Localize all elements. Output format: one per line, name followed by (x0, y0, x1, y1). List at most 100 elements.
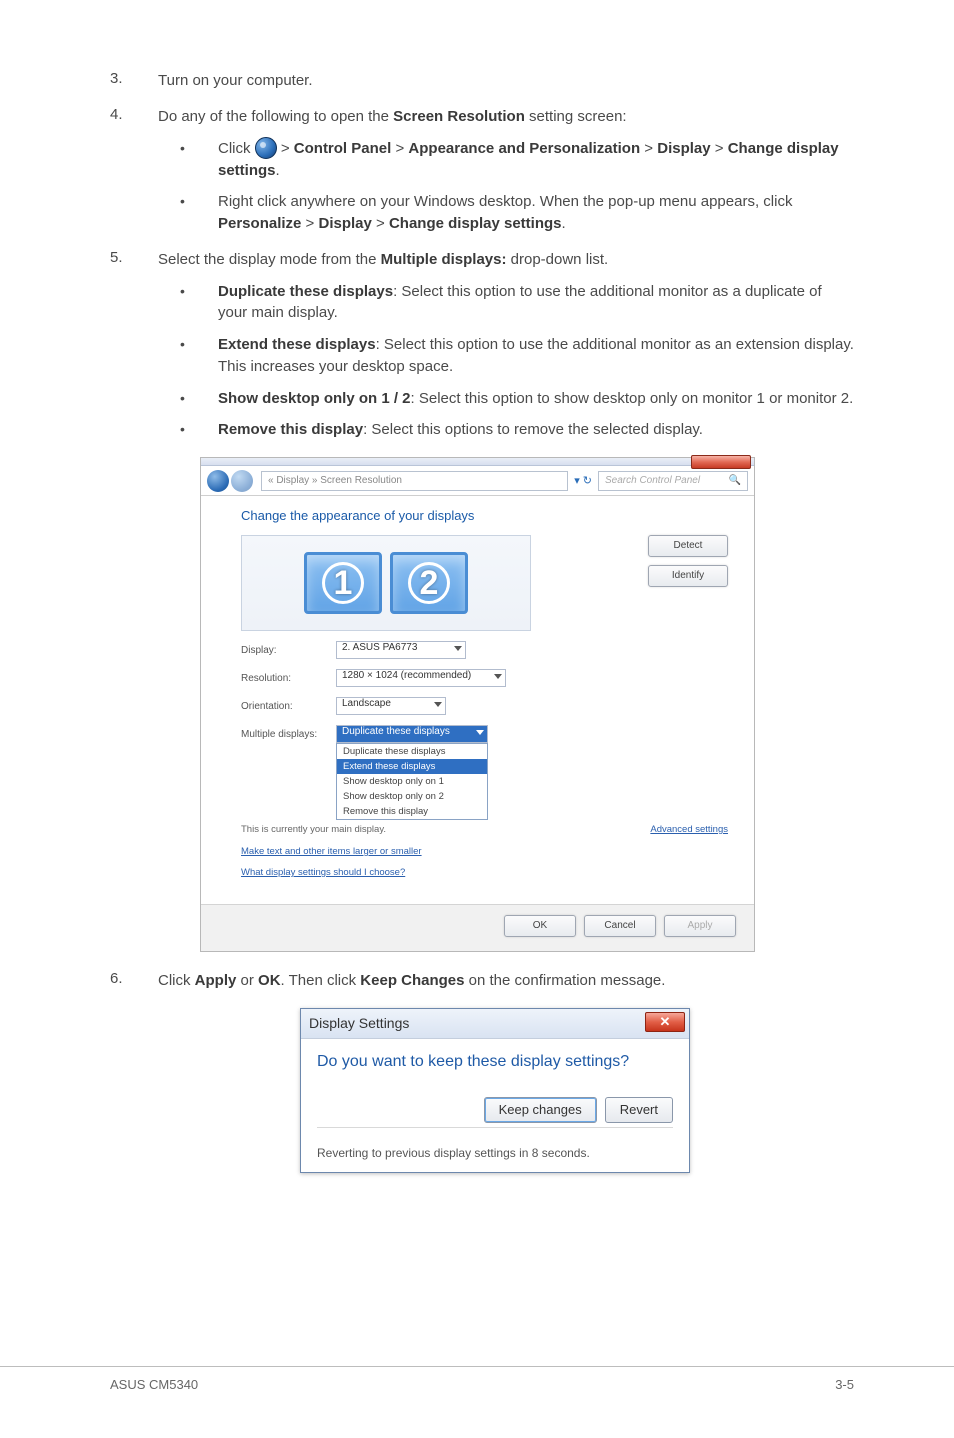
monitor-1[interactable]: 1 (304, 552, 382, 614)
dropdown-list: Duplicate these displays Extend these di… (336, 743, 488, 820)
label: Display: (241, 645, 336, 656)
bullet-body: Click > Control Panel > Appearance and P… (218, 138, 854, 182)
orientation-select[interactable]: Landscape (336, 697, 446, 715)
search-input[interactable]: Search Control Panel🔍 (598, 471, 748, 491)
refresh-icon[interactable]: ▾ ↻ (574, 474, 592, 487)
display-select[interactable]: 2. ASUS PA6773 (336, 641, 466, 659)
bullet-body: Remove this display: Select this options… (218, 419, 854, 441)
option-duplicate[interactable]: Duplicate these displays (337, 744, 487, 759)
bullet-body: Extend these displays: Select this optio… (218, 334, 854, 378)
row-multiple: Multiple displays: Duplicate these displ… (241, 725, 728, 743)
dropdown-panel: Duplicate these displays Extend these di… (336, 743, 728, 820)
chevron-down-icon (434, 702, 442, 707)
breadcrumb-text: « Display » Screen Resolution (268, 475, 402, 486)
resolution-select[interactable]: 1280 × 1024 (recommended) (336, 669, 506, 687)
step-body: Click Apply or OK. Then click Keep Chang… (158, 970, 854, 992)
t: Multiple displays: (381, 251, 507, 268)
t: Show desktop only on 1 / 2 (218, 390, 411, 407)
t: Personalize (218, 215, 301, 232)
window: « Display » Screen Resolution ▾ ↻ Search… (200, 457, 755, 952)
title-text: Display Settings (309, 1015, 409, 1031)
advanced-settings-link[interactable]: Advanced settings (650, 824, 728, 835)
main-display-note: This is currently your main display. (241, 824, 386, 835)
bullet: • Duplicate these displays: Select this … (180, 281, 854, 325)
button-row: Keep changes Revert (317, 1097, 673, 1128)
bullet: • Extend these displays: Select this opt… (180, 334, 854, 378)
dialog-buttons: OK Cancel Apply (201, 904, 754, 951)
t: . Then click (281, 972, 361, 989)
option-extend[interactable]: Extend these displays (337, 759, 487, 774)
t: Change display settings (389, 215, 562, 232)
page-footer: ASUS CM5340 3-5 (0, 1366, 954, 1392)
option-only-2[interactable]: Show desktop only on 2 (337, 789, 487, 804)
option-only-1[interactable]: Show desktop only on 1 (337, 774, 487, 789)
multiple-displays-select[interactable]: Duplicate these displays (336, 725, 488, 743)
t: Display (318, 215, 371, 232)
monitor-preview[interactable]: 1 2 (241, 535, 531, 631)
t: Display (657, 140, 710, 157)
step-number: 3. (110, 70, 158, 92)
question-text: Do you want to keep these display settin… (317, 1053, 673, 1071)
bullet-mark: • (180, 388, 218, 410)
dialog-body: Change the appearance of your displays 1… (201, 496, 754, 904)
step-4: 4. Do any of the following to open the S… (110, 106, 854, 235)
label: Resolution: (241, 673, 336, 684)
bullet-mark: • (180, 138, 218, 182)
countdown-text: Reverting to previous display settings i… (301, 1138, 689, 1172)
footer-left: ASUS CM5340 (110, 1377, 198, 1392)
t: Do any of the following to open the (158, 108, 393, 125)
option-remove[interactable]: Remove this display (337, 804, 487, 819)
t: OK (258, 972, 281, 989)
close-icon[interactable]: ✕ (645, 1012, 685, 1032)
detect-button[interactable]: Detect (648, 535, 728, 557)
apply-button[interactable]: Apply (664, 915, 736, 937)
search-icon: 🔍 (729, 475, 741, 486)
titlebar: Display Settings ✕ (301, 1009, 689, 1039)
t: Click (158, 972, 195, 989)
bullet-mark: • (180, 334, 218, 378)
identify-button[interactable]: Identify (648, 565, 728, 587)
step-number: 5. (110, 249, 158, 441)
bullet-mark: • (180, 419, 218, 441)
t: Control Panel (294, 140, 392, 157)
t: Remove this display (218, 421, 363, 438)
value: Duplicate these displays (342, 726, 450, 737)
value: 1280 × 1024 (recommended) (342, 670, 471, 681)
window: Display Settings ✕ Do you want to keep t… (300, 1008, 690, 1173)
dialog-body: Do you want to keep these display settin… (301, 1039, 689, 1138)
help-link[interactable]: What display settings should I choose? (241, 867, 405, 878)
bullet: • Show desktop only on 1 / 2: Select thi… (180, 388, 854, 410)
t: drop-down list. (506, 251, 608, 268)
forward-icon[interactable] (231, 470, 253, 492)
text-size-link[interactable]: Make text and other items larger or smal… (241, 846, 422, 857)
label: Orientation: (241, 701, 336, 712)
monitor-2[interactable]: 2 (390, 552, 468, 614)
t: Right click anywhere on your Windows des… (218, 193, 792, 210)
close-icon[interactable] (691, 455, 751, 469)
bullet-body: Right click anywhere on your Windows des… (218, 191, 854, 235)
chevron-down-icon (494, 674, 502, 679)
t: Select the display mode from the (158, 251, 381, 268)
label: Multiple displays: (241, 729, 336, 740)
side-buttons: Detect Identify (588, 535, 728, 595)
step-number: 6. (110, 970, 158, 992)
t: Apply (195, 972, 237, 989)
bullet: • Right click anywhere on your Windows d… (180, 191, 854, 235)
chevron-down-icon (476, 730, 484, 735)
t: Click (218, 140, 255, 157)
t: : Select this option to show desktop onl… (411, 390, 854, 407)
revert-button[interactable]: Revert (605, 1097, 673, 1123)
start-orb-icon (255, 137, 277, 159)
ok-button[interactable]: OK (504, 915, 576, 937)
bullet: • Click > Control Panel > Appearance and… (180, 138, 854, 182)
t: Duplicate these displays (218, 283, 393, 300)
t: setting screen: (525, 108, 627, 125)
breadcrumb[interactable]: « Display » Screen Resolution (261, 471, 568, 491)
row-orientation: Orientation: Landscape (241, 697, 728, 715)
keep-changes-button[interactable]: Keep changes (484, 1097, 597, 1123)
cancel-button[interactable]: Cancel (584, 915, 656, 937)
bullet-body: Duplicate these displays: Select this op… (218, 281, 854, 325)
back-icon[interactable] (207, 470, 229, 492)
bullet: • Remove this display: Select this optio… (180, 419, 854, 441)
titlebar (201, 458, 754, 466)
